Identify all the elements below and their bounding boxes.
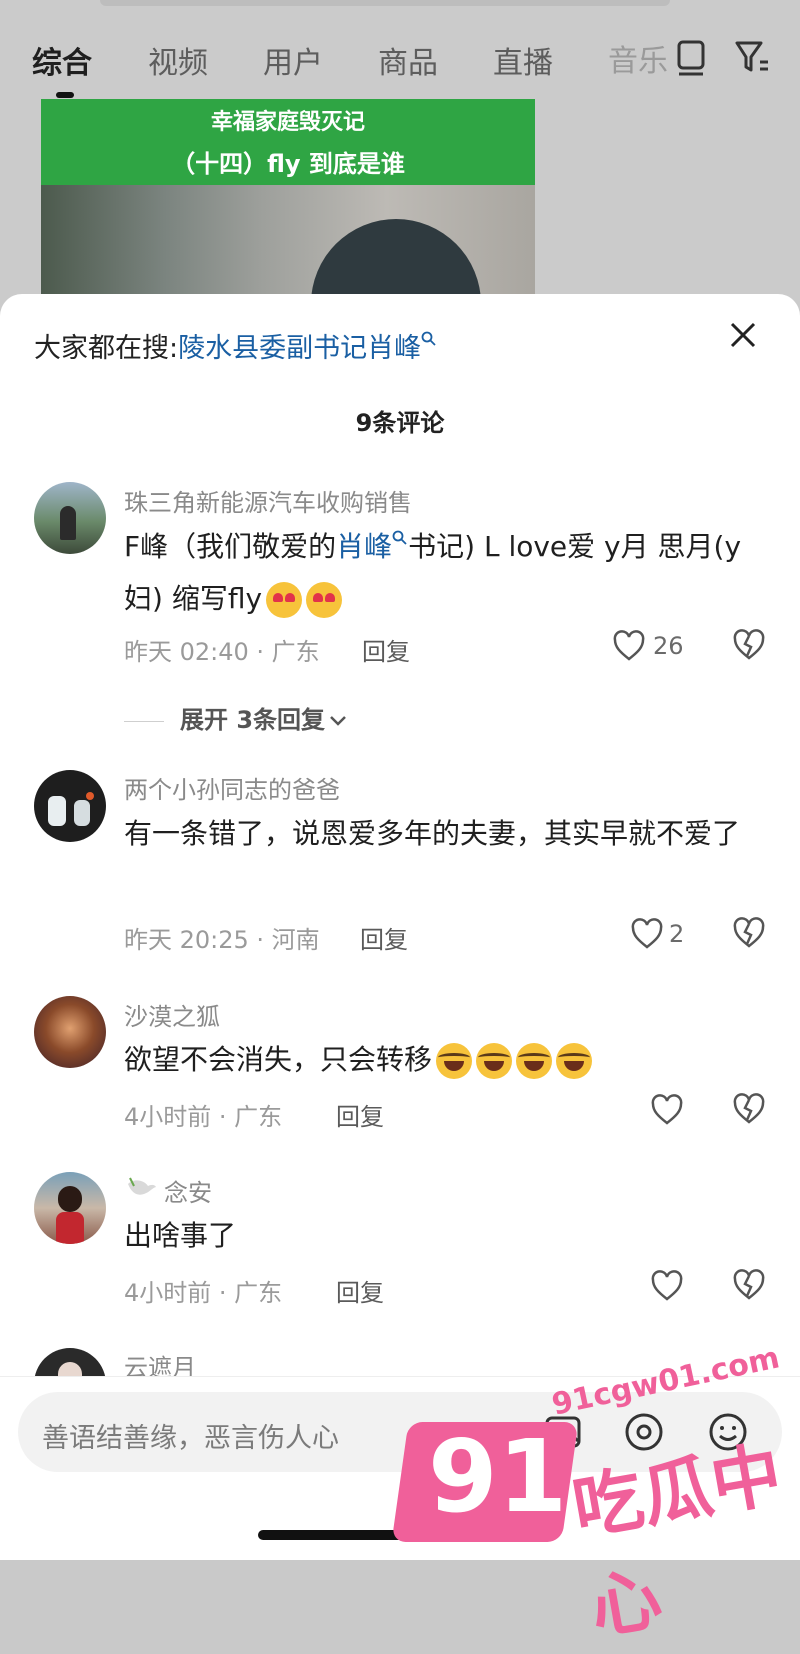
- like-icon[interactable]: [650, 1270, 684, 1302]
- comment-username[interactable]: 两个小孙同志的爸爸: [124, 770, 340, 805]
- comment-text-part: 欲望不会消失，只会转移: [124, 1043, 433, 1076]
- laugh-cry-emoji: [476, 1043, 513, 1079]
- search-icon: [421, 331, 436, 346]
- dislike-icon[interactable]: [732, 1092, 766, 1126]
- avatar[interactable]: [34, 996, 106, 1068]
- comment-time: 4小时前 · 广东: [124, 1103, 283, 1131]
- tab-product[interactable]: 商品: [378, 38, 438, 82]
- comment-keyword-link[interactable]: 肖峰: [336, 530, 392, 563]
- tab-user[interactable]: 用户: [263, 38, 323, 82]
- image-icon[interactable]: [542, 1410, 586, 1454]
- emoji-icon[interactable]: [706, 1410, 750, 1454]
- hot-search-keyword[interactable]: 陵水县委副书记肖峰: [178, 333, 421, 364]
- divider: [124, 720, 164, 722]
- video-thumbnail[interactable]: 幸福家庭毁灭记 （十四）fly 到底是谁: [41, 99, 535, 299]
- dislike-icon[interactable]: [732, 1268, 766, 1302]
- comment-time: 4小时前 · 广东: [124, 1279, 283, 1307]
- comment-text: F峰（我们敬爱的肖峰 书记) L love爱 y月 思月(y妇) 缩写fly: [124, 521, 774, 625]
- reply-button[interactable]: 回复: [362, 632, 410, 667]
- reply-button[interactable]: 回复: [360, 920, 408, 955]
- tab-music[interactable]: 音乐: [608, 36, 672, 80]
- like-icon[interactable]: [650, 1094, 684, 1126]
- at-mention-icon[interactable]: [622, 1410, 666, 1454]
- comment-username[interactable]: 念安: [164, 1173, 212, 1208]
- comment-username[interactable]: 沙漠之狐: [124, 997, 220, 1032]
- heart-eyes-emoji: [306, 582, 343, 618]
- dislike-icon[interactable]: [732, 916, 766, 950]
- expand-replies-label: 展开 3条回复: [180, 706, 326, 734]
- video-title-banner: 幸福家庭毁灭记 （十四）fly 到底是谁: [41, 99, 535, 185]
- like-count: 26: [653, 632, 684, 660]
- avatar[interactable]: [34, 482, 106, 554]
- comment-username[interactable]: 珠三角新能源汽车收购销售: [124, 483, 412, 518]
- tab-live[interactable]: 直播: [493, 38, 553, 82]
- tab-video[interactable]: 视频: [148, 38, 208, 82]
- tab-comprehensive[interactable]: 综合: [32, 38, 92, 82]
- chevron-down-icon: [330, 716, 346, 726]
- hot-search-prefix: 大家都在搜:: [34, 333, 179, 364]
- dislike-icon[interactable]: [732, 628, 766, 662]
- filter-icon[interactable]: [734, 38, 770, 78]
- close-icon[interactable]: [726, 318, 760, 352]
- video-title-line2: （十四）fly 到底是谁: [171, 150, 405, 178]
- like-icon[interactable]: [630, 918, 664, 950]
- reply-button[interactable]: 回复: [336, 1273, 384, 1308]
- like-icon[interactable]: [612, 630, 646, 662]
- active-tab-indicator: [56, 92, 74, 98]
- expand-replies-button[interactable]: 展开 3条回复: [124, 700, 349, 735]
- layout-icon[interactable]: [674, 38, 708, 78]
- avatar[interactable]: [34, 1172, 106, 1244]
- heart-eyes-emoji: [266, 582, 303, 618]
- comment-count: 9条评论: [355, 409, 445, 437]
- home-indicator[interactable]: [258, 1530, 544, 1540]
- laugh-cry-emoji: [556, 1043, 593, 1079]
- comment-text: 有一条错了，说恩爱多年的夫妻，其实早就不爱了: [124, 817, 741, 850]
- dove-icon: [128, 1177, 156, 1195]
- comment-input-placeholder: 善语结善缘，恶言伤人心: [42, 1423, 339, 1454]
- laugh-cry-emoji: [436, 1043, 473, 1079]
- search-bar-edge[interactable]: [100, 0, 670, 6]
- comment-time: 昨天 02:40 · 广东: [124, 638, 320, 666]
- comment-text-part: F峰（我们敬爱的: [124, 530, 337, 563]
- avatar[interactable]: [34, 770, 106, 842]
- comment-time: 昨天 20:25 · 河南: [124, 926, 320, 954]
- reply-button[interactable]: 回复: [336, 1097, 384, 1132]
- hot-search[interactable]: 大家都在搜:陵水县委副书记肖峰: [34, 326, 437, 365]
- like-count: 2: [669, 920, 685, 948]
- search-icon: [392, 530, 407, 545]
- video-title-line1: 幸福家庭毁灭记: [210, 110, 365, 135]
- laugh-cry-emoji: [516, 1043, 553, 1079]
- comment-text: 出啥事了: [124, 1219, 237, 1252]
- comment-text: 欲望不会消失，只会转移: [124, 1034, 774, 1086]
